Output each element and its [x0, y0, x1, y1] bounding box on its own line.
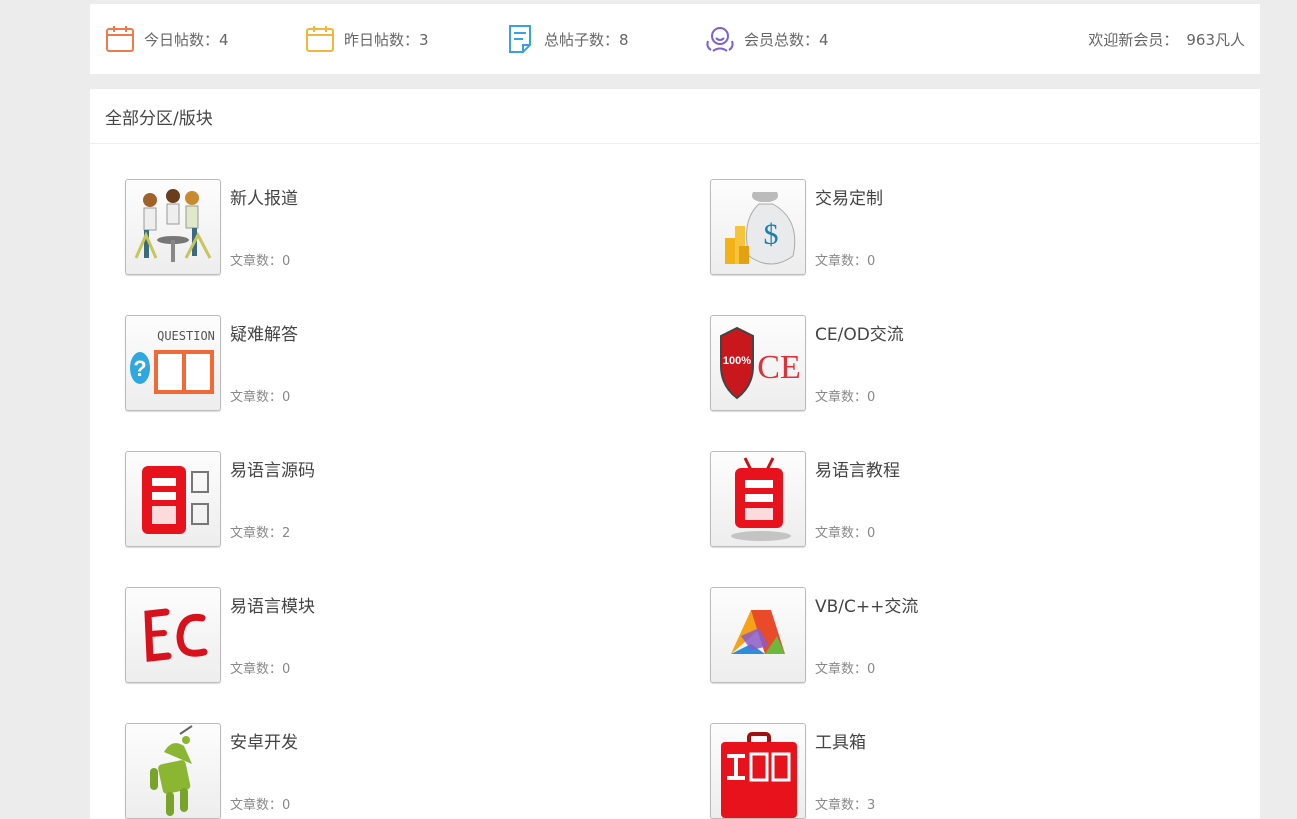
eyuyan-tutorial-icon[interactable]	[710, 451, 806, 547]
forum-name[interactable]: 交易定制	[815, 184, 883, 209]
forum-post-count: 文章数：0	[815, 526, 876, 541]
ec-module-icon[interactable]	[125, 587, 221, 683]
stat-yesterday: 昨日帖数：3	[304, 4, 429, 74]
calendar-icon	[104, 23, 136, 55]
members-icon	[704, 23, 736, 55]
section-title: 全部分区/版块	[90, 89, 1260, 144]
forum-post-count: 文章数：2	[230, 526, 291, 541]
stats-bar: 今日帖数：4 昨日帖数：3 总帖子数：8 会员总数：4 欢迎新会员： 963凡人	[90, 4, 1260, 74]
stat-today: 今日帖数：4	[104, 4, 229, 74]
visual-studio-icon[interactable]	[710, 587, 806, 683]
forum-item[interactable]: 易语言模块 文章数：0	[125, 587, 625, 683]
forum-list-panel: 全部分区/版块 新人报道 文章数：0 $ 交易定制 文章数：0 QUESTION…	[90, 89, 1260, 819]
stat-total-posts: 总帖子数：8	[504, 4, 629, 74]
forum-name[interactable]: CE/OD交流	[815, 320, 904, 345]
svg-text:QUESTION: QUESTION	[157, 329, 215, 343]
forum-post-count: 文章数：0	[815, 390, 876, 405]
forum-name[interactable]: 新人报道	[230, 184, 298, 209]
forum-item[interactable]: 易语言教程 文章数：0	[710, 451, 1210, 547]
forum-name[interactable]: VB/C++交流	[815, 592, 918, 617]
forum-item[interactable]: 新人报道 文章数：0	[125, 179, 625, 275]
forum-name[interactable]: 易语言教程	[815, 456, 900, 481]
forum-item[interactable]: 工具箱 文章数：3	[710, 723, 1210, 819]
stat-members: 会员总数：4	[704, 4, 829, 74]
forum-item[interactable]: 易语言源码 文章数：2	[125, 451, 625, 547]
forum-post-count: 文章数：0	[815, 662, 876, 677]
forum-item[interactable]: VB/C++交流 文章数：0	[710, 587, 1210, 683]
ce-shield-icon[interactable]: 100% CE	[710, 315, 806, 411]
svg-text:$: $	[764, 218, 779, 251]
forum-post-count: 文章数：0	[230, 390, 291, 405]
svg-text:?: ?	[133, 356, 146, 381]
forum-name[interactable]: 易语言源码	[230, 456, 315, 481]
eyuyan-source-icon[interactable]	[125, 451, 221, 547]
svg-text:CE: CE	[757, 349, 800, 386]
calendar-icon	[304, 23, 336, 55]
forum-item[interactable]: $ 交易定制 文章数：0	[710, 179, 1210, 275]
forum-item[interactable]: 100% CE CE/OD交流 文章数：0	[710, 315, 1210, 411]
welcome-label: 欢迎新会员：	[1088, 30, 1179, 49]
document-icon	[504, 23, 536, 55]
forum-post-count: 文章数：0	[230, 254, 291, 269]
android-icon[interactable]	[125, 723, 221, 819]
stat-yesterday-label: 昨日帖数：3	[344, 30, 429, 49]
question-answer-icon[interactable]: QUESTION ?	[125, 315, 221, 411]
toolbox-icon[interactable]	[710, 723, 806, 819]
forum-post-count: 文章数：0	[815, 254, 876, 269]
forum-post-count: 文章数：0	[230, 662, 291, 677]
stat-today-label: 今日帖数：4	[144, 30, 229, 49]
forum-item[interactable]: QUESTION ? 疑难解答 文章数：0	[125, 315, 625, 411]
stat-members-label: 会员总数：4	[744, 30, 829, 49]
meeting-people-icon[interactable]	[125, 179, 221, 275]
svg-text:100%: 100%	[723, 355, 751, 367]
forum-name[interactable]: 疑难解答	[230, 320, 298, 345]
money-bag-icon[interactable]: $	[710, 179, 806, 275]
stat-total-posts-label: 总帖子数：8	[544, 30, 629, 49]
forum-post-count: 文章数：3	[815, 798, 876, 813]
forum-item[interactable]: 安卓开发 文章数：0	[125, 723, 625, 819]
forum-name[interactable]: 易语言模块	[230, 592, 315, 617]
new-member-link[interactable]: 963凡人	[1186, 29, 1245, 50]
forum-name[interactable]: 工具箱	[815, 728, 866, 753]
welcome-new-member: 欢迎新会员： 963凡人	[1088, 4, 1245, 74]
forum-name[interactable]: 安卓开发	[230, 728, 298, 753]
forum-post-count: 文章数：0	[230, 798, 291, 813]
